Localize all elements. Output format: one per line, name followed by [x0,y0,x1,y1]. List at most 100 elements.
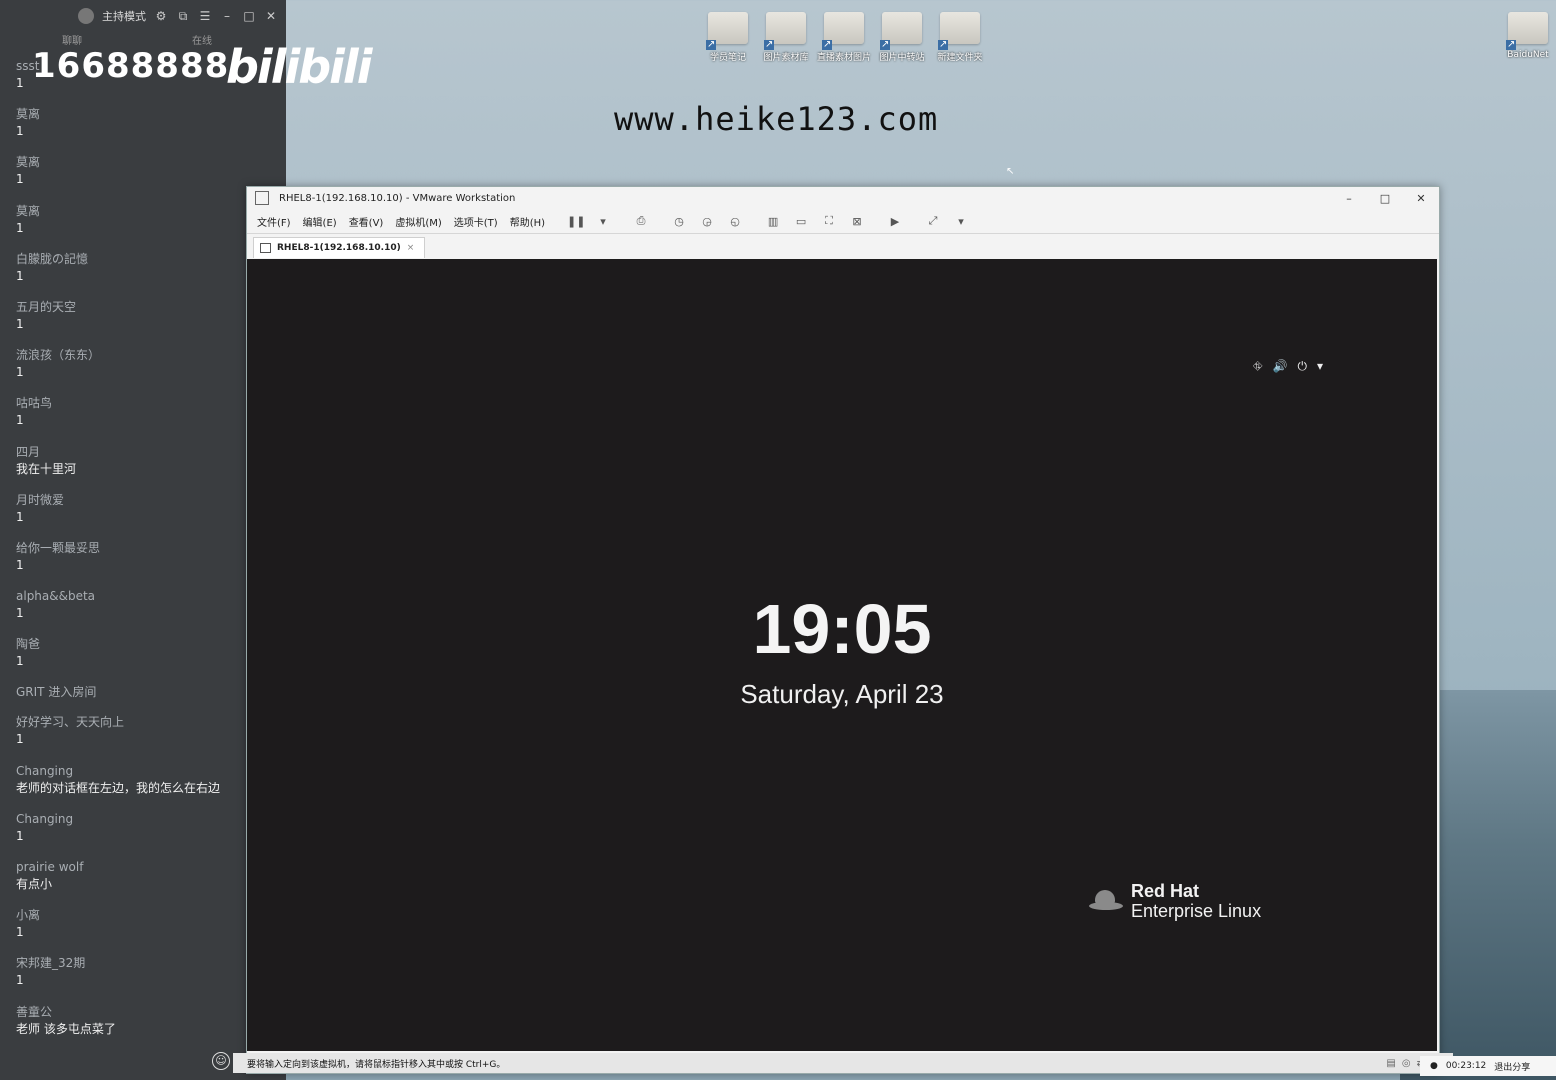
list-item: alpha&&beta 1 [16,588,246,636]
console-icon[interactable]: ▶ [887,215,903,228]
list-item: 咕咕鸟 1 [16,395,246,443]
exit-share-button[interactable]: 退出分享 [1494,1060,1530,1073]
chat-username: 白朦胧の記憶 [16,251,89,266]
mouse-cursor-icon: ↖ [1006,166,1015,177]
desktop-icon-new-folder[interactable]: 新建文件夹 [932,12,988,63]
close-icon[interactable]: ✕ [1403,192,1439,205]
chat-username: 五月的天空 [16,299,77,314]
lock-screen-clock: 19:05 [752,590,932,668]
list-item: 五月的天空 1 [16,299,246,347]
vm-console-screen[interactable]: ⛗ 🔊 ⏻ ▾ 19:05 Saturday, April 23 Red Hat… [247,259,1437,1051]
chat-username: Changing [16,811,74,826]
list-item: prairie wolf 有点小 [16,859,246,907]
chat-message: 1 [16,828,24,843]
chat-message: 1 [16,557,24,572]
guest-status-area[interactable]: ⛗ 🔊 ⏻ ▾ [1253,359,1323,374]
chat-titlebar: 主持模式 ⚙ ⧉ ☰ – □ ✕ [0,0,286,32]
vmware-titlebar[interactable]: RHEL8-1(192.168.10.10) - VMware Workstat… [247,187,1439,209]
chat-message: 1 [16,220,24,235]
unity-icon[interactable]: ⊠ [849,215,865,228]
list-item: 好好学习、天天向上 1 [16,714,246,762]
chat-message: 老师 该多屯点菜了 [16,1021,116,1036]
pause-icon[interactable]: ❚❚ [567,215,585,228]
list-item: Changing 老师的对话框在左边，我的怎么在右边 [16,763,246,811]
volume-icon: 🔊 [1272,359,1288,373]
minimize-icon[interactable]: – [220,9,234,23]
tab-rhel8-1[interactable]: RHEL8-1(192.168.10.10) × [253,237,426,258]
chat-message: 1 [16,606,24,621]
dropdown-icon[interactable]: ▾ [595,215,611,228]
snapshot-icon[interactable]: ◷ [671,215,687,228]
list-item: GRIT 进入房间 [16,684,246,714]
maximize-icon[interactable]: □ [1367,192,1403,205]
list-item: 莫离 1 [16,154,246,202]
snapshot-manager-icon[interactable]: ◵ [727,215,743,228]
guest-top-bar: ⛗ 🔊 ⏻ ▾ [347,359,1337,375]
vmware-statusbar: 要将输入定向到该虚拟机，请将鼠标指针移入其中或按 Ctrl+G。 ▤ ◎ ⇄ [233,1053,1453,1073]
chat-message: 1 [16,413,24,428]
tab-label: RHEL8-1(192.168.10.10) [277,243,401,253]
menu-view[interactable]: 查看(V) [349,214,384,229]
vm-tab-icon [260,243,271,253]
host-mode-label[interactable]: 主持模式 [102,8,146,24]
chat-message: 1 [16,973,24,988]
lock-screen-date: Saturday, April 23 [740,679,944,709]
desktop-icon-baidunet[interactable]: BaiduNet [1500,12,1556,60]
vmware-window: RHEL8-1(192.168.10.10) - VMware Workstat… [233,186,1453,1074]
desktop-icon-live-images[interactable]: 直播素材图片 [816,12,872,63]
send-keys-icon[interactable]: ⎙ [633,214,649,228]
cdrom-icon[interactable]: ◎ [1402,1058,1411,1069]
chat-username: 莫离 [16,155,41,170]
chat-username: 宋邦建_32期 [16,956,86,971]
chat-username: 莫离 [16,107,41,122]
chat-username: 莫离 [16,203,41,218]
emoji-icon[interactable]: ☺ [212,1052,230,1070]
menu-file[interactable]: 文件(F) [257,214,291,229]
desktop-icon-student-notes[interactable]: 学员笔记 [700,12,756,63]
vmware-tab-row: RHEL8-1(192.168.10.10) × [247,233,1439,258]
desktop-icon-label: 图片中转站 [879,53,925,63]
chat-message-list[interactable]: ssst 1 莫离 1 莫离 1 莫离 1 白朦胧の記憶 1 五月的天空 1 流浪孩（东东）… [16,58,246,1052]
chat-message: 有点小 [16,877,53,891]
stretch-icon[interactable]: ⤢ [925,214,941,228]
window-title: RHEL8-1(192.168.10.10) - VMware Workstat… [279,192,516,204]
tab-close-icon[interactable]: × [407,243,415,253]
settings-icon[interactable]: ⚙ [154,9,168,23]
chat-message: 1 [16,268,24,283]
desktop-icon-image-library[interactable]: 图片素材库 [758,12,814,63]
revert-snapshot-icon[interactable]: ◶ [699,215,715,228]
fullscreen-icon[interactable]: ⛶ [821,214,837,228]
chat-message: 1 [16,316,24,331]
thumbnail-view-icon[interactable]: ▭ [793,215,809,228]
chat-input-bar[interactable]: ☺ [0,1044,246,1080]
dropdown-icon[interactable]: ▾ [953,215,969,228]
menu-icon[interactable]: ☰ [198,9,212,23]
vmware-menubar: 文件(F) 编辑(E) 查看(V) 虚拟机(M) 选项卡(T) 帮助(H) ❚❚… [247,209,1439,233]
minimize-icon[interactable]: – [1331,192,1367,205]
list-item: 宋邦建_32期 1 [16,955,246,1003]
share-elapsed-time: 00:23:12 [1445,1061,1487,1071]
avatar[interactable] [78,8,94,24]
menu-help[interactable]: 帮助(H) [510,214,545,229]
desktop-icon-image-transfer[interactable]: 图片中转站 [874,12,930,63]
recording-dot-icon: ● [1430,1061,1438,1071]
folder-shortcut-icon [880,12,922,50]
list-item: 白朦胧の記憶 1 [16,251,246,299]
folder-shortcut-icon [764,12,806,50]
library-view-icon[interactable]: ▥ [765,215,781,228]
chat-message: 1 [16,172,24,187]
maximize-icon[interactable]: □ [242,9,256,23]
menu-tabs[interactable]: 选项卡(T) [454,214,498,229]
folder-shortcut-icon [1506,12,1548,50]
popout-icon[interactable]: ⧉ [176,9,190,24]
menu-edit[interactable]: 编辑(E) [303,214,337,229]
hdd-icon[interactable]: ▤ [1386,1058,1395,1069]
chat-message: 我在十里河 [16,461,77,476]
list-item: 月时微爱 1 [16,492,246,540]
menu-vm[interactable]: 虚拟机(M) [395,214,441,229]
chat-message: 1 [16,124,24,139]
watermark-url: www.heike123.com [614,100,939,138]
chat-username: prairie wolf [16,860,84,874]
close-icon[interactable]: ✕ [264,9,278,23]
chat-message: 1 [16,654,24,669]
